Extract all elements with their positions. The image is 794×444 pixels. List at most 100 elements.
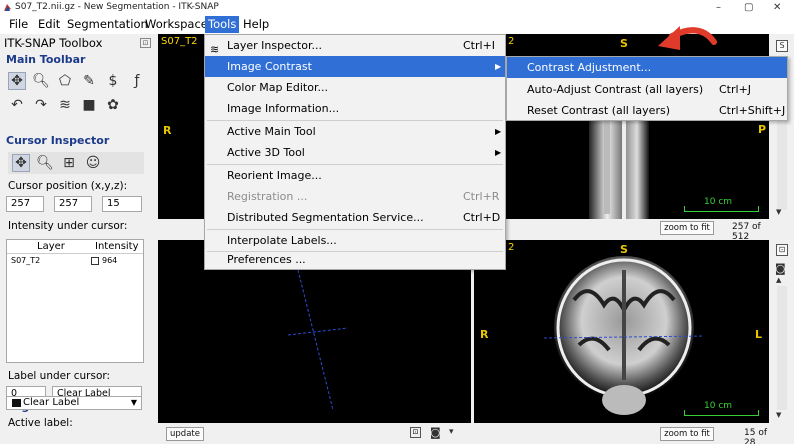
menu-item-reset-contrast[interactable]: Reset Contrast (all layers) Ctrl+Shift+J — [507, 100, 787, 121]
cursor-x-field[interactable]: 257 — [6, 196, 44, 212]
scroll-down-icon[interactable]: ▼ — [776, 208, 781, 216]
menu-item-reorient-image[interactable]: Reorient Image... — [205, 165, 505, 186]
crosshair-tool-icon[interactable]: ✥ — [8, 72, 26, 90]
fill-icon[interactable]: ■ — [80, 96, 98, 114]
menu-item-contrast-adjustment[interactable]: Contrast Adjustment... — [507, 57, 787, 78]
minimize-button[interactable]: – — [716, 0, 721, 15]
toolbox-title: ITK-SNAP Toolbox — [4, 36, 103, 50]
update-button[interactable]: update — [166, 427, 204, 441]
chevron-down-icon: ▼ — [130, 398, 137, 407]
menu-item-image-contrast[interactable]: Image Contrast ▶ — [205, 56, 505, 77]
grid-icon[interactable]: ⊞ — [60, 154, 78, 172]
menu-segmentation[interactable]: Segmentation — [64, 16, 151, 33]
menu-item-layer-inspector[interactable]: ≋ Layer Inspector... Ctrl+I — [205, 35, 505, 56]
itk-snap-window: S07_T2.nii.gz - New Segmentation - ITK-S… — [0, 0, 794, 444]
menu-tools[interactable]: Tools — [205, 16, 240, 33]
toolbox-float-button[interactable]: ⊡ — [140, 38, 151, 48]
menu-item-active-3d-tool[interactable]: Active 3D Tool ▶ — [205, 142, 505, 163]
active-label-dropdown[interactable]: Clear Label ▼ — [6, 396, 142, 410]
sagittal-status-strip: zoom to fit 257 of 512 — [474, 219, 774, 242]
scale-ruler-label: 10 cm — [704, 401, 733, 411]
zoom-to-fit-button[interactable]: zoom to fit — [660, 221, 714, 235]
orientation-label-r: R — [480, 328, 489, 341]
annotation-arrow-icon — [658, 26, 717, 50]
main-toolbar-title: Main Toolbar — [6, 53, 86, 66]
paintbrush-tool-icon[interactable]: ✎ — [80, 72, 98, 90]
scroll-up-icon[interactable]: ▲ — [776, 276, 781, 284]
restore-button[interactable]: ▢ — [744, 0, 753, 15]
layer-visibility-checkbox[interactable] — [91, 256, 99, 265]
snake-tool-icon[interactable]: $ — [104, 72, 122, 90]
annotation-tool-icon[interactable]: ƒ — [128, 72, 146, 90]
menu-workspace[interactable]: Workspace — [142, 16, 211, 33]
menu-item-active-main-tool[interactable]: Active Main Tool ▶ — [205, 121, 505, 142]
chevron-right-icon: ▶ — [495, 127, 502, 136]
menu-help[interactable]: Help — [240, 16, 272, 33]
cursor-z-field[interactable]: 15 — [102, 196, 142, 212]
table-header: Layer Intensity — [7, 240, 143, 254]
cursor-position-label: Cursor position (x,y,z): — [8, 180, 128, 192]
palette-icon[interactable]: ✿ — [104, 96, 122, 114]
layer-name-cell: S07_T2 — [11, 256, 41, 265]
toolbox-panel: ITK-SNAP Toolbox ⊡ Main Toolbar ✥ 🔍︎ ⬠ ✎… — [0, 34, 158, 444]
active-label-title: Active label: — [8, 417, 73, 429]
label-under-cursor-label: Label under cursor: — [8, 370, 111, 382]
undo-icon[interactable]: ↶ — [8, 96, 26, 114]
intensity-value-cell: 964 — [91, 256, 117, 265]
chevron-right-icon: ▶ — [495, 62, 502, 71]
intensity-label: Intensity under cursor: — [8, 220, 128, 232]
active-label-text: Clear Label — [23, 397, 80, 408]
coronal-scrollbar[interactable] — [777, 286, 787, 410]
layout-icon[interactable]: ⊡ — [410, 427, 421, 438]
window-title: S07_T2.nii.gz - New Segmentation - ITK-S… — [15, 2, 219, 12]
coronal-brain-image — [544, 256, 704, 415]
main-tool-row-1: ✥ 🔍︎ ⬠ ✎ $ ƒ — [8, 72, 146, 90]
polygon-tool-icon[interactable]: ⬠ — [56, 72, 74, 90]
slice-counter: 257 of 512 — [732, 222, 761, 242]
view-layer-tag: 2 — [508, 242, 515, 253]
layout-toggle-icon[interactable]: S — [776, 40, 788, 52]
table-row[interactable]: S07_T2 964 — [7, 255, 143, 267]
scroll-down-icon[interactable]: ▼ — [776, 411, 781, 419]
layers-icon[interactable]: ≋ — [56, 96, 74, 114]
cursor-y-field[interactable]: 257 — [54, 196, 92, 212]
zoom-small-icon[interactable]: 🔍︎ — [36, 154, 54, 172]
label-color-swatch — [12, 399, 21, 407]
inspector-tool-row: ✥ 🔍︎ ⊞ ☺ — [8, 152, 144, 174]
camera-icon[interactable]: ◙ — [430, 426, 441, 439]
menu-item-preferences[interactable]: Preferences ... — [205, 249, 505, 270]
tools-menu: ≋ Layer Inspector... Ctrl+I Image Contra… — [204, 34, 506, 270]
coronal-right-status-strip: zoom to fit 15 of 28 — [474, 423, 774, 444]
zoom-tool-icon[interactable]: 🔍︎ — [32, 72, 50, 90]
menu-file[interactable]: File — [6, 16, 31, 33]
menu-item-interpolate-labels[interactable]: Interpolate Labels... — [205, 230, 505, 251]
menu-item-distributed-segmentation[interactable]: Distributed Segmentation Service... Ctrl… — [205, 207, 505, 228]
coronal-right-view[interactable]: 2 S R L 10 cm — [474, 240, 769, 423]
menu-item-registration: Registration ... Ctrl+R — [227, 190, 500, 203]
crosshair-small-icon[interactable]: ✥ — [12, 154, 30, 172]
orientation-label-p: P — [758, 123, 767, 136]
image-contrast-submenu: Contrast Adjustment... Auto-Adjust Contr… — [506, 56, 788, 121]
redo-icon[interactable]: ↷ — [32, 96, 50, 114]
scale-ruler-label: 10 cm — [704, 197, 733, 207]
chevron-down-icon[interactable]: ▾ — [449, 427, 454, 437]
orientation-label-l: L — [755, 328, 763, 341]
layer-column-header: Layer — [37, 241, 65, 252]
slice-counter: 15 of 28 — [744, 428, 767, 444]
menu-item-color-map-editor[interactable]: Color Map Editor... — [205, 77, 505, 98]
menu-edit[interactable]: Edit — [35, 16, 63, 33]
camera-icon[interactable]: ◙ — [775, 262, 786, 275]
main-tool-row-2: ↶ ↷ ≋ ■ ✿ — [8, 96, 122, 114]
layout-toggle-icon[interactable]: ⊡ — [776, 244, 788, 256]
zoom-to-fit-button[interactable]: zoom to fit — [660, 427, 714, 441]
user-icon[interactable]: ☺ — [84, 154, 102, 172]
title-bar: S07_T2.nii.gz - New Segmentation - ITK-S… — [0, 0, 794, 15]
view-layer-tag: S07_T2 — [161, 36, 198, 47]
view-layer-tag: 2 — [508, 36, 515, 47]
menu-item-auto-adjust-contrast[interactable]: Auto-Adjust Contrast (all layers) Ctrl+J — [507, 79, 787, 100]
coronal-status-strip: update ⊡ ◙ ▾ — [158, 423, 471, 444]
close-button[interactable]: ✕ — [773, 0, 781, 15]
intensity-table: Layer Intensity S07_T2 964 — [6, 239, 144, 363]
menu-item-image-information[interactable]: Image Information... — [205, 98, 505, 119]
itk-snap-logo-icon — [4, 4, 11, 11]
